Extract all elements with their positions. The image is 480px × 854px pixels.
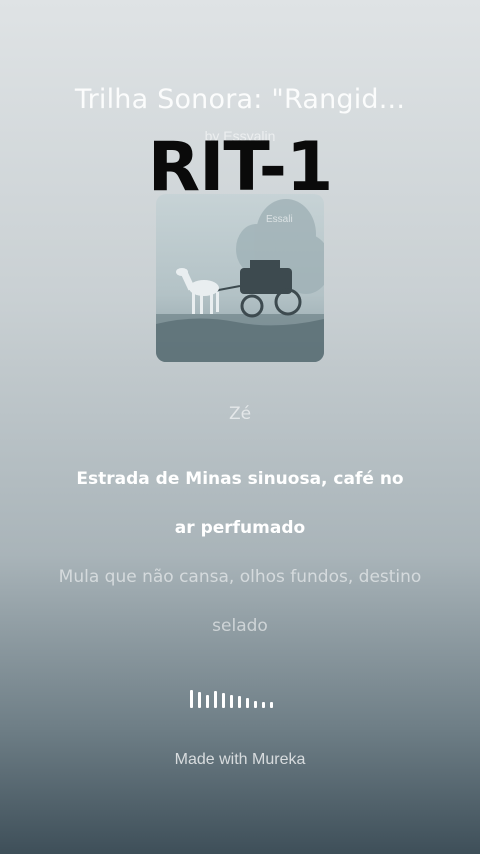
- audio-waveform: [190, 688, 290, 708]
- wave-bar: [198, 692, 201, 708]
- wave-bar: [230, 695, 233, 708]
- song-title: Trilha Sonora: "Rangid...: [74, 84, 406, 115]
- wave-bar: [222, 693, 225, 708]
- wave-bar: [246, 698, 249, 708]
- cover-watermark: Essali: [266, 214, 293, 225]
- lyric-current: Estrada de Minas sinuosa, café no ar per…: [0, 455, 480, 553]
- wave-bar: [262, 702, 265, 708]
- wave-bar: [206, 695, 209, 708]
- wave-bar: [270, 702, 273, 708]
- wave-bar: [214, 691, 217, 708]
- wave-bar: [238, 696, 241, 708]
- wave-bar: [190, 690, 193, 708]
- wave-bar: [254, 701, 257, 708]
- lyric-next-text: Mula que não cansa, olhos fundos, destin…: [58, 567, 422, 636]
- made-with-label: Made with Mureka: [174, 751, 306, 768]
- album-cover[interactable]: Essali: [156, 194, 324, 362]
- horse-carriage-cover-icon: Essali: [156, 194, 324, 362]
- lyric-current-text: Estrada de Minas sinuosa, café no ar per…: [76, 469, 404, 538]
- lyric-next: Mula que não cansa, olhos fundos, destin…: [0, 553, 480, 651]
- lyric-previous: Zé: [228, 404, 252, 424]
